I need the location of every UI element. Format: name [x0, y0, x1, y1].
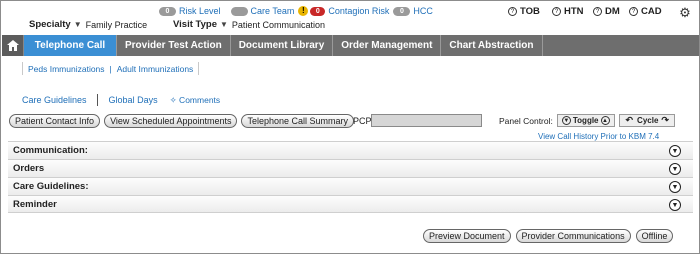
expand-icon[interactable]: ▼ [669, 163, 681, 175]
specialty-field: Specialty ▼ Family Practice [29, 19, 147, 30]
section-orders[interactable]: Orders ▼ [8, 159, 693, 177]
section-communication[interactable]: Communication: ▼ [8, 141, 693, 159]
subtab-peds-immunizations[interactable]: Peds Immunizations [28, 64, 105, 74]
visit-type-value: Patient Communication [231, 19, 325, 30]
call-history-link[interactable]: View Call History Prior to KBM 7.4 [538, 132, 659, 141]
care-team-count [230, 6, 248, 16]
sub-tabs: Peds Immunizations | Adult Immunizations [22, 62, 200, 75]
window-frame: 0 Risk Level Care Team ! 0 Contagion Ris… [0, 0, 700, 254]
specialty-value: Family Practice [85, 19, 148, 30]
condition-label: TOB [520, 6, 540, 17]
rotate-left-icon[interactable]: ↶ [626, 115, 634, 126]
tab-chart-abstraction[interactable]: Chart Abstraction [441, 35, 543, 56]
condition-label: HTN [564, 6, 584, 17]
risk-level-link[interactable]: Risk Level [179, 6, 221, 16]
visit-type-field: Visit Type ▼ Patient Communication [173, 19, 325, 30]
panel-control-label: Panel Control: [499, 115, 553, 126]
comments-link[interactable]: ✧ Comments [170, 95, 221, 106]
toggle-control[interactable]: ▼ Toggle ▲ [556, 114, 615, 127]
home-icon [6, 40, 19, 51]
expand-icon[interactable]: ▼ [669, 181, 681, 193]
section-title: Care Guidelines: [13, 181, 89, 192]
telephone-call-summary-button[interactable]: Telephone Call Summary [241, 114, 355, 128]
main-nav: Telephone Call Provider Test Action Docu… [2, 35, 699, 56]
section-title: Orders [13, 163, 45, 174]
condition-cad[interactable]: ? CAD [629, 6, 662, 17]
home-button[interactable] [2, 35, 24, 56]
preview-document-button[interactable]: Preview Document [423, 229, 511, 243]
question-icon: ? [552, 7, 561, 16]
question-icon: ? [593, 7, 602, 16]
visit-type-label: Visit Type [173, 19, 217, 30]
footer-buttons: Preview Document Provider Communications… [423, 229, 678, 243]
hcc-link[interactable]: HCC [413, 6, 433, 16]
section-title: Reminder [13, 198, 57, 210]
contagion-risk-link[interactable]: Contagion Risk [328, 6, 389, 16]
care-team-link[interactable]: Care Team [251, 6, 295, 16]
specialty-label: Specialty [29, 19, 71, 30]
panel-control: Panel Control: ▼ Toggle ▲ ↶ Cycle ↷ [499, 114, 679, 127]
cycle-label: Cycle [637, 116, 659, 125]
indicator-bar: 0 Risk Level Care Team ! 0 Contagion Ris… [159, 6, 433, 16]
pcp-field[interactable] [371, 114, 482, 127]
tab-document-library[interactable]: Document Library [231, 35, 334, 56]
question-icon: ? [508, 7, 517, 16]
subtab-adult-immunizations[interactable]: Adult Immunizations [117, 64, 194, 74]
global-days-link[interactable]: Global Days [109, 95, 158, 105]
rotate-right-icon[interactable]: ↷ [661, 115, 669, 126]
section-title: Communication: [13, 145, 88, 156]
cycle-control[interactable]: ↶ Cycle ↷ [618, 114, 675, 127]
header: 0 Risk Level Care Team ! 0 Contagion Ris… [1, 1, 699, 35]
view-scheduled-appointments-button[interactable]: View Scheduled Appointments [104, 114, 238, 128]
section-reminder[interactable]: Reminder ▼ [8, 195, 693, 213]
care-guidelines-link[interactable]: Care Guidelines [22, 95, 87, 105]
section-care-guidelines[interactable]: Care Guidelines: ▼ [8, 177, 693, 195]
provider-communications-button[interactable]: Provider Communications [515, 229, 631, 243]
hcc-count: 0 [393, 6, 411, 16]
tab-telephone-call[interactable]: Telephone Call [24, 35, 117, 56]
offline-button[interactable]: Offline [635, 229, 674, 243]
chevron-up-icon[interactable]: ▲ [600, 116, 610, 125]
gear-icon[interactable]: ⚙ [677, 5, 693, 21]
condition-dm[interactable]: ? DM [593, 6, 620, 17]
condition-label: DM [605, 6, 620, 17]
care-links: Care Guidelines Global Days ✧ Comments [22, 94, 220, 106]
expand-icon[interactable]: ▼ [669, 199, 681, 211]
warning-icon: ! [298, 6, 309, 16]
condition-tob[interactable]: ? TOB [508, 6, 540, 17]
action-buttons: Patient Contact Info View Scheduled Appo… [9, 114, 358, 128]
tab-provider-test-action[interactable]: Provider Test Action [117, 35, 231, 56]
divider [96, 94, 98, 106]
risk-level-count: 0 [159, 6, 176, 16]
subtab-separator: | [109, 63, 112, 74]
sections-panel: Communication: ▼ Orders ▼ Care Guideline… [8, 141, 693, 213]
condition-label: CAD [641, 6, 662, 17]
question-icon: ? [629, 7, 638, 16]
toggle-label: Toggle [572, 116, 599, 125]
contagion-risk-count: 0 [310, 6, 326, 16]
chevron-down-icon[interactable]: ▼ [561, 116, 571, 125]
condition-htn[interactable]: ? HTN [552, 6, 584, 17]
specialty-dropdown-icon[interactable]: ▼ [74, 20, 82, 29]
expand-icon[interactable]: ▼ [669, 145, 681, 157]
patient-contact-info-button[interactable]: Patient Contact Info [9, 114, 101, 128]
visit-type-dropdown-icon[interactable]: ▼ [220, 20, 228, 29]
tab-order-management[interactable]: Order Management [333, 35, 442, 56]
